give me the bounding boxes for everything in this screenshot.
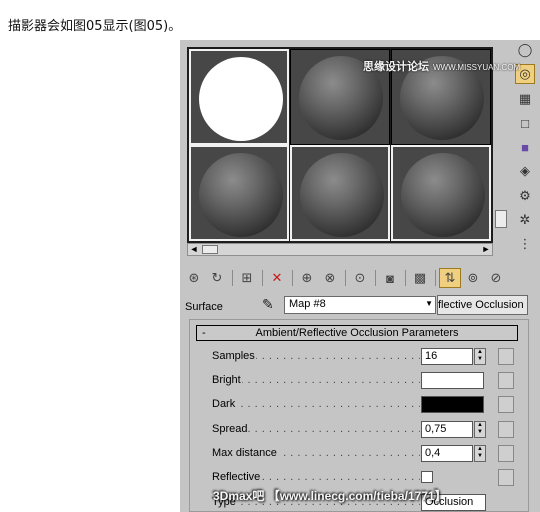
scroll-right-icon[interactable]: ►: [481, 244, 491, 255]
param-row-reflective: . . . . . . . . . . . . . . . . . . . . …: [212, 469, 514, 487]
sample-slot-5[interactable]: [290, 145, 390, 241]
reflective-label: Reflective: [212, 471, 262, 483]
sample-sphere: [300, 153, 384, 237]
param-row-max-distance: . . . . . . . . . . . . . . . . . . . . …: [212, 445, 514, 463]
spread-label: Spread: [212, 423, 249, 435]
bright-map-button[interactable]: [498, 372, 514, 389]
toolbar-separator: [435, 270, 436, 286]
toolbar-separator: [405, 270, 406, 286]
options-icon[interactable]: ⚙: [515, 186, 535, 206]
chevron-down-icon[interactable]: ▼: [425, 299, 433, 308]
param-row-samples: . . . . . . . . . . . . . . . . . . . . …: [212, 348, 514, 366]
go-to-parent-icon[interactable]: ⇅: [439, 268, 461, 288]
select-by-material-icon[interactable]: ✲: [515, 210, 535, 230]
watermark-bottom: 3Dmax吧 【www.linecg.com/tieba/1771】: [213, 489, 447, 503]
material-id-channel-icon[interactable]: ⊙: [349, 268, 371, 288]
max-distance-label: Max distance: [212, 447, 278, 459]
make-unique-icon[interactable]: ⊕: [296, 268, 318, 288]
show-map-in-viewport-icon[interactable]: ◙: [379, 268, 401, 288]
sample-slots-grid: [187, 47, 493, 243]
samples-spinner-field[interactable]: 16: [421, 348, 473, 365]
param-row-dark: . . . . . . . . . . . . . . . . . . . . …: [212, 396, 514, 414]
sample-slot-6[interactable]: [391, 145, 491, 241]
samples-spinner-arrows[interactable]: ▲ ▼: [474, 348, 486, 365]
sample-sphere: [401, 153, 485, 237]
watermark-top: 思缘设计论坛 WWW.MISSYUAN.COM: [363, 58, 520, 74]
reflective-map-button[interactable]: [498, 469, 514, 486]
max-distance-spinner-arrows[interactable]: ▲ ▼: [474, 445, 486, 462]
go-forward-to-sibling-icon[interactable]: ⊚: [462, 268, 484, 288]
slots-vertical-scrollbar[interactable]: [495, 210, 508, 243]
spread-spinner-field[interactable]: 0,75: [421, 421, 473, 438]
map-type-button[interactable]: flective Occlusion: [437, 295, 528, 315]
spread-spinner-arrows[interactable]: ▲ ▼: [474, 421, 486, 438]
toolbar-separator: [345, 270, 346, 286]
param-row-spread: . . . . . . . . . . . . . . . . . . . . …: [212, 421, 514, 439]
sample-sphere: [199, 153, 283, 237]
material-map-navigator-icon[interactable]: ⋮: [515, 234, 535, 254]
dark-label: Dark: [212, 398, 237, 410]
assign-to-selection-icon[interactable]: ⊞: [236, 268, 258, 288]
scroll-thumb[interactable]: [202, 245, 218, 254]
navigate-icon[interactable]: ⊘: [485, 268, 507, 288]
sample-slot-4[interactable]: [189, 145, 289, 241]
toolbar-separator: [375, 270, 376, 286]
spread-map-button[interactable]: [498, 421, 514, 438]
material-editor-toolbar: ⊛ ↻ ⊞ ✕ ⊕ ⊗ ⊙ ◙ ▩ ⇅ ⊚ ⊘: [183, 267, 533, 289]
background-checker-icon[interactable]: ▦: [515, 89, 535, 109]
reset-map-icon[interactable]: ✕: [266, 268, 288, 288]
surface-label: Surface: [185, 301, 223, 313]
samples-map-button[interactable]: [498, 348, 514, 365]
dark-map-button[interactable]: [498, 396, 514, 413]
param-row-bright: . . . . . . . . . . . . . . . . . . . . …: [212, 372, 514, 390]
article-caption: 描影器会如图05显示(图05)。: [8, 19, 182, 34]
video-color-check-icon[interactable]: ■: [515, 137, 535, 157]
sample-uv-tiling-icon[interactable]: □: [515, 113, 535, 133]
sample-slot-1[interactable]: [189, 49, 289, 145]
put-to-scene-icon[interactable]: ↻: [206, 268, 228, 288]
rollout-toggle[interactable]: -: [202, 326, 206, 340]
watermark-top-main: 思缘设计论坛: [363, 61, 429, 73]
max-distance-map-button[interactable]: [498, 445, 514, 462]
bright-color-swatch[interactable]: [421, 372, 484, 389]
sphere-type-icon[interactable]: ◯: [515, 40, 535, 60]
eyedropper-icon[interactable]: ✎: [262, 296, 274, 313]
toolbar-separator: [262, 270, 263, 286]
watermark-top-url: WWW.MISSYUAN.COM: [433, 63, 521, 72]
toolbar-separator: [292, 270, 293, 286]
samples-label: Samples: [212, 350, 256, 362]
dark-color-swatch[interactable]: [421, 396, 484, 413]
leader-dots: . . . . . . . . . . . . . . . . . . . . …: [212, 398, 420, 410]
toolbar-separator: [232, 270, 233, 286]
slots-horizontal-scrollbar[interactable]: ◄ ►: [187, 243, 493, 256]
make-preview-icon[interactable]: ◈: [515, 161, 535, 181]
leader-dots: . . . . . . . . . . . . . . . . . . . . …: [212, 374, 420, 386]
get-material-icon[interactable]: ⊛: [183, 268, 205, 288]
sample-sphere: [199, 57, 283, 141]
show-end-result-icon[interactable]: ▩: [409, 268, 431, 288]
bright-label: Bright: [212, 374, 242, 386]
reflective-checkbox[interactable]: [421, 471, 433, 483]
scroll-left-icon[interactable]: ◄: [189, 244, 199, 255]
put-to-library-icon[interactable]: ⊗: [319, 268, 341, 288]
max-distance-spinner-field[interactable]: 0,4: [421, 445, 473, 462]
map-name-value: Map #8: [289, 298, 326, 310]
map-name-field[interactable]: Map #8 ▼: [284, 296, 436, 314]
rollout-title: Ambient/Reflective Occlusion Parameters: [255, 327, 459, 339]
scroll-thumb[interactable]: [495, 210, 507, 228]
rollout-header[interactable]: - Ambient/Reflective Occlusion Parameter…: [196, 325, 518, 341]
